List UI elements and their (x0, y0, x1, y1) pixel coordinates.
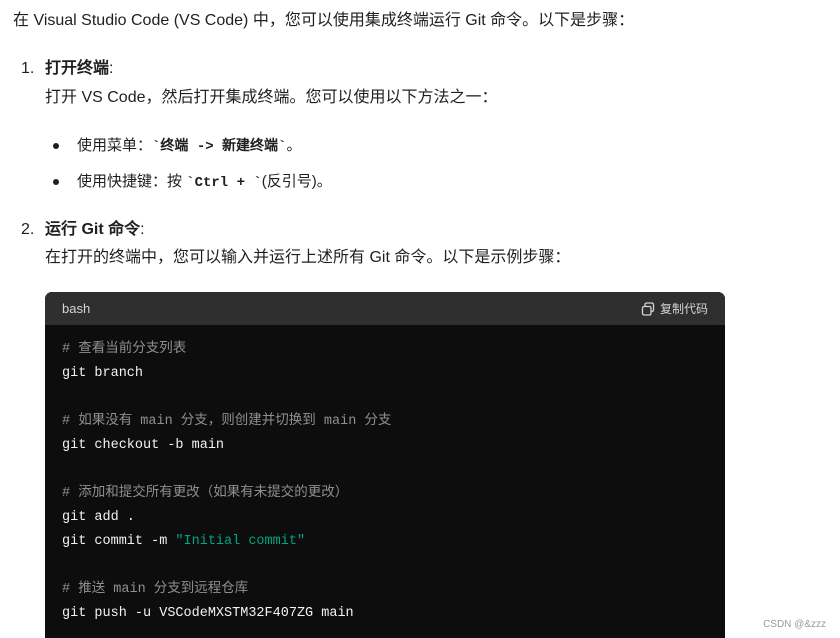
step-2-description: 在打开的终端中，您可以输入并运行上述所有 Git 命令。以下是示例步骤： (45, 249, 571, 266)
step-2-number: 2. (21, 221, 35, 238)
code-comment-line: # 如果没有 main 分支，则创建并切换到 main 分支 (62, 414, 392, 429)
code-command: git commit -m (62, 534, 176, 549)
bullet-shortcut-code: `Ctrl + ` (186, 175, 262, 191)
intro-text: 在 Visual Studio Code (VS Code) 中，您可以使用集成… (13, 12, 635, 29)
bullet-menu-suffix: 。 (286, 137, 302, 154)
step-1-heading: 1. 打开终端: (21, 58, 113, 80)
code-comment-line: # 推送 main 分支到远程仓库 (62, 582, 249, 597)
code-line: git push -u VSCodeMXSTM32F407ZG main (62, 606, 354, 621)
code-comment-line: # 添加和提交所有更改（如果有未提交的更改） (62, 486, 349, 501)
step-1-colon: : (109, 60, 114, 77)
copy-code-label: 复制代码 (659, 302, 708, 316)
code-block-header: bash 复制代码 (45, 292, 725, 325)
step-1-title: 打开终端 (45, 60, 110, 77)
bullet-menu-prefix: 使用菜单： (77, 137, 153, 154)
step-2-colon: : (140, 221, 145, 238)
code-string: "Initial commit" (175, 534, 306, 549)
code-line: git branch (62, 366, 144, 381)
bullet-shortcut-suffix: (反引号)。 (261, 173, 332, 190)
code-line: git add . (62, 510, 135, 525)
step-2-title: 运行 Git 命令 (45, 221, 141, 238)
code-language-label: bash (62, 301, 91, 316)
code-comment-line: # 查看当前分支列表 (62, 342, 187, 357)
bullet-dot (53, 143, 59, 149)
copy-code-button[interactable]: 复制代码 (641, 300, 708, 317)
copy-icon (641, 301, 655, 316)
code-line: git commit -m "Initial commit" (62, 532, 305, 552)
code-block: bash 复制代码 # 查看当前分支列表 git branch # 如果没有 m… (45, 292, 725, 638)
bullet-dot (53, 179, 59, 185)
bullet-shortcut-prefix: 使用快捷键：按 (77, 173, 187, 190)
watermark: CSDN @&zzz (763, 619, 826, 630)
code-line: git checkout -b main (62, 438, 225, 453)
step-1-number: 1. (21, 60, 35, 77)
bullet-menu-code: `终端 -> 新建终端` (152, 139, 287, 155)
step-2-heading: 2. 运行 Git 命令: (21, 219, 145, 241)
step-1-description: 打开 VS Code，然后打开集成终端。您可以使用以下方法之一： (45, 89, 498, 106)
